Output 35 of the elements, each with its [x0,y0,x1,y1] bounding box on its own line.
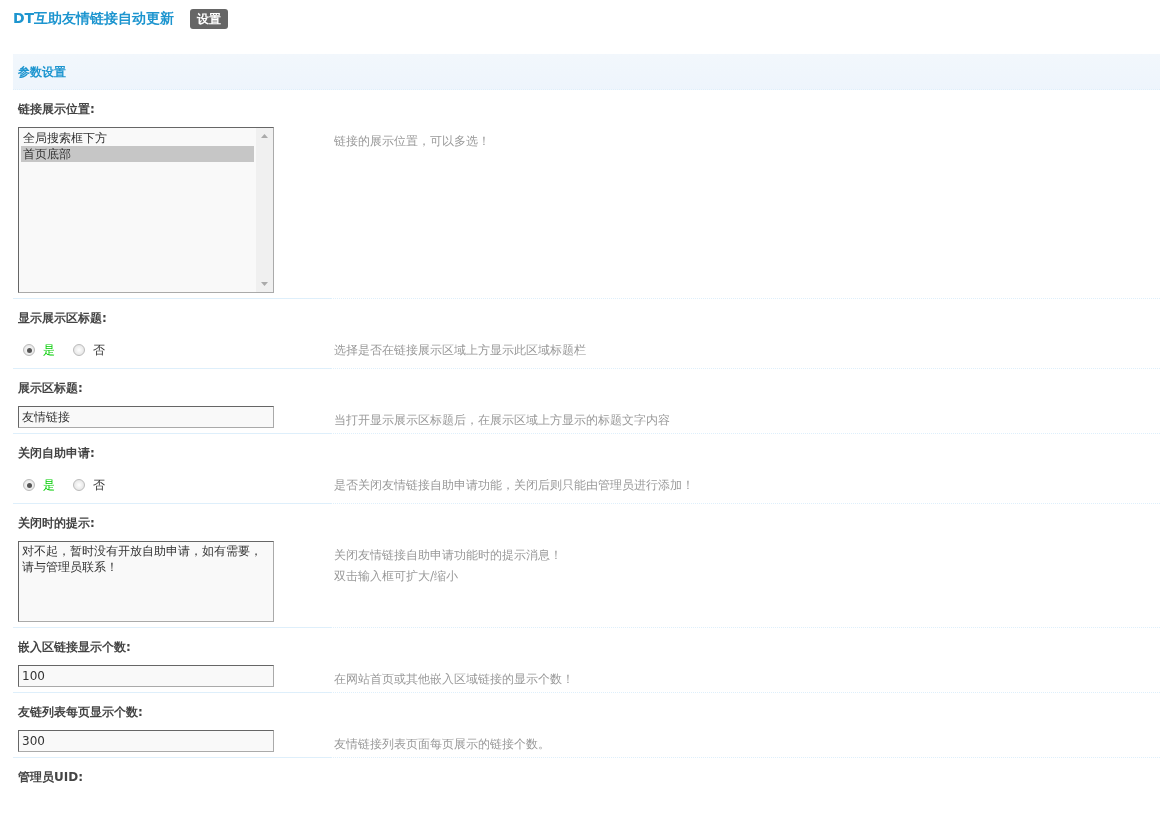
text-input-field[interactable]: 友情链接 [18,406,274,428]
setting-label: 关闭时的提示: [17,515,96,532]
scrollbar[interactable] [256,128,273,292]
help-text: 友情链接列表页面每页展示的链接个数。 [334,736,551,753]
text-input-field[interactable]: 100 [18,665,274,687]
scroll-down-icon[interactable] [261,282,268,286]
scroll-up-icon[interactable] [261,134,268,138]
help-text: 双击输入框可扩大/缩小 [334,568,460,585]
help-text: 是否关闭友情链接自助申请功能，关闭后则只能由管理员进行添加！ [334,477,695,494]
radio-button[interactable] [73,479,85,491]
help-text: 关闭友情链接自助申请功能时的提示消息！ [334,547,563,564]
setting-label: 展示区标题: [17,380,84,397]
radio-button[interactable] [23,479,35,491]
multi-select-list[interactable]: 全局搜索框下方 首页底部 [18,127,274,293]
setting-label: 友链列表每页显示个数: [17,704,144,721]
radio-label[interactable]: 否 [93,341,105,359]
select-option[interactable]: 首页底部 [21,146,254,162]
settings-badge: 设置 [190,8,229,29]
plugin-title: DT互助友情链接自动更新 [13,9,175,28]
select-option[interactable]: 全局搜索框下方 [21,130,254,146]
setting-label: 链接展示位置: [17,101,96,118]
text-input-field[interactable]: 300 [18,730,274,752]
setting-label: 嵌入区链接显示个数: [17,639,132,656]
setting-label: 显示展示区标题: [17,310,108,327]
radio-button[interactable] [73,344,85,356]
setting-label: 管理员UID: [17,769,84,786]
setting-label: 关闭自助申请: [17,445,96,462]
section-header: 参数设置 [13,54,1160,90]
help-text: 在网站首页或其他嵌入区域链接的显示个数！ [334,671,575,688]
help-text: 选择是否在链接展示区域上方显示此区域标题栏 [334,342,587,359]
help-text: 当打开显示展示区标题后，在展示区域上方显示的标题文字内容 [334,412,671,429]
radio-label[interactable]: 否 [93,476,105,494]
textarea-field[interactable]: 对不起，暂时没有开放自助申请，如有需要，请与管理员联系！ [18,541,274,622]
help-text: 链接的展示位置，可以多选！ [334,133,491,150]
radio-button[interactable] [23,344,35,356]
